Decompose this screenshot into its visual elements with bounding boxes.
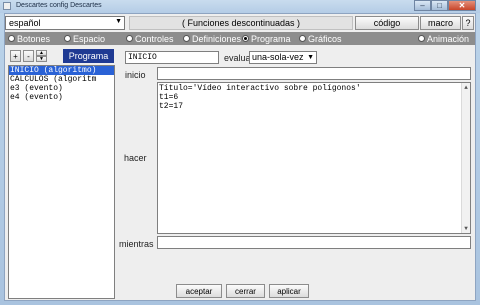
help-button[interactable]: ? bbox=[462, 16, 474, 30]
tab-label: Animación bbox=[427, 33, 470, 44]
close-button[interactable]: ✕ bbox=[448, 0, 476, 11]
window-title: Descartes config Descartes bbox=[16, 2, 102, 9]
tab-label: Espacio bbox=[73, 33, 106, 44]
tab-controles[interactable]: Controles bbox=[126, 32, 174, 45]
title-bar: Descartes config Descartes – □ ✕ bbox=[0, 0, 480, 13]
aplicar-button[interactable]: aplicar bbox=[269, 284, 309, 298]
vertical-scrollbar[interactable]: ▲ ▼ bbox=[461, 83, 470, 233]
tab-programa[interactable]: Programa bbox=[242, 32, 291, 45]
move-down-button[interactable]: ▼ bbox=[36, 56, 47, 62]
evaluar-value: una-sola-vez bbox=[252, 52, 304, 62]
radio-icon bbox=[299, 35, 306, 42]
tab-label: Programa bbox=[251, 33, 291, 44]
aceptar-button[interactable]: aceptar bbox=[176, 284, 222, 298]
maximize-button[interactable]: □ bbox=[431, 0, 448, 11]
tab-graficos[interactable]: Gráficos bbox=[299, 32, 342, 45]
remove-button[interactable]: - bbox=[23, 50, 34, 62]
list-item[interactable]: e4 (evento) bbox=[9, 93, 114, 102]
macro-button[interactable]: macro bbox=[420, 16, 461, 30]
program-list: INICIO (algoritmo) CALCULOS (algoritm e3… bbox=[8, 65, 115, 299]
chevron-down-icon: ▼ bbox=[115, 18, 122, 25]
language-value: español bbox=[9, 18, 41, 28]
scroll-up-icon[interactable]: ▲ bbox=[462, 83, 470, 92]
inicio-field[interactable] bbox=[157, 67, 471, 80]
list-item[interactable]: CALCULOS (algoritm bbox=[9, 75, 114, 84]
cerrar-button[interactable]: cerrar bbox=[226, 284, 265, 298]
radio-icon bbox=[64, 35, 71, 42]
tab-espacio[interactable]: Espacio bbox=[64, 32, 105, 45]
codigo-button[interactable]: código bbox=[355, 16, 419, 30]
add-button[interactable]: + bbox=[10, 50, 21, 62]
radio-selected-icon bbox=[242, 35, 249, 42]
tab-definiciones[interactable]: Definiciones bbox=[183, 32, 241, 45]
radio-icon bbox=[418, 35, 425, 42]
chevron-down-icon: ▼ bbox=[307, 54, 314, 61]
language-select[interactable]: español ▼ bbox=[5, 16, 125, 30]
config-window: español ▼ ( Funciones descontinuadas ) c… bbox=[4, 13, 476, 301]
radio-icon bbox=[183, 35, 190, 42]
program-title: Programa bbox=[63, 49, 114, 63]
tab-label: Botones bbox=[17, 33, 51, 44]
scroll-down-icon[interactable]: ▼ bbox=[462, 224, 470, 233]
mientras-label: mientras bbox=[119, 239, 154, 249]
program-list-panel: + - ▲ ▼ Programa INICIO (algoritmo) CALC… bbox=[8, 48, 115, 299]
window-controls: – □ ✕ bbox=[414, 0, 476, 11]
code-line: t2=17 bbox=[159, 102, 184, 111]
tab-botones[interactable]: Botones bbox=[8, 32, 50, 45]
app-icon bbox=[3, 2, 11, 10]
code-line: Título='Vídeo interactivo sobre polígono… bbox=[159, 84, 361, 93]
list-item[interactable]: e3 (evento) bbox=[9, 84, 114, 93]
inicio-label: inicio bbox=[125, 70, 146, 80]
tab-label: Definiciones bbox=[192, 33, 242, 44]
evaluar-select[interactable]: una-sola-vez ▼ bbox=[249, 51, 317, 64]
radio-icon bbox=[8, 35, 15, 42]
tab-animacion[interactable]: Animación bbox=[418, 32, 469, 45]
radio-icon bbox=[126, 35, 133, 42]
hacer-label: hacer bbox=[124, 153, 147, 163]
tab-label: Controles bbox=[135, 33, 174, 44]
hacer-textarea[interactable]: Título='Vídeo interactivo sobre polígono… bbox=[157, 82, 471, 234]
tab-bar: Botones Espacio Controles Definiciones P… bbox=[5, 32, 475, 45]
functions-label: ( Funciones descontinuadas ) bbox=[129, 16, 353, 30]
tab-label: Gráficos bbox=[308, 33, 342, 44]
minimize-button[interactable]: – bbox=[414, 0, 431, 11]
code-line: t1=6 bbox=[159, 93, 179, 102]
mientras-field[interactable] bbox=[157, 236, 471, 249]
list-item[interactable]: INICIO (algoritmo) bbox=[9, 66, 114, 75]
name-field[interactable]: INICIO bbox=[125, 51, 219, 64]
